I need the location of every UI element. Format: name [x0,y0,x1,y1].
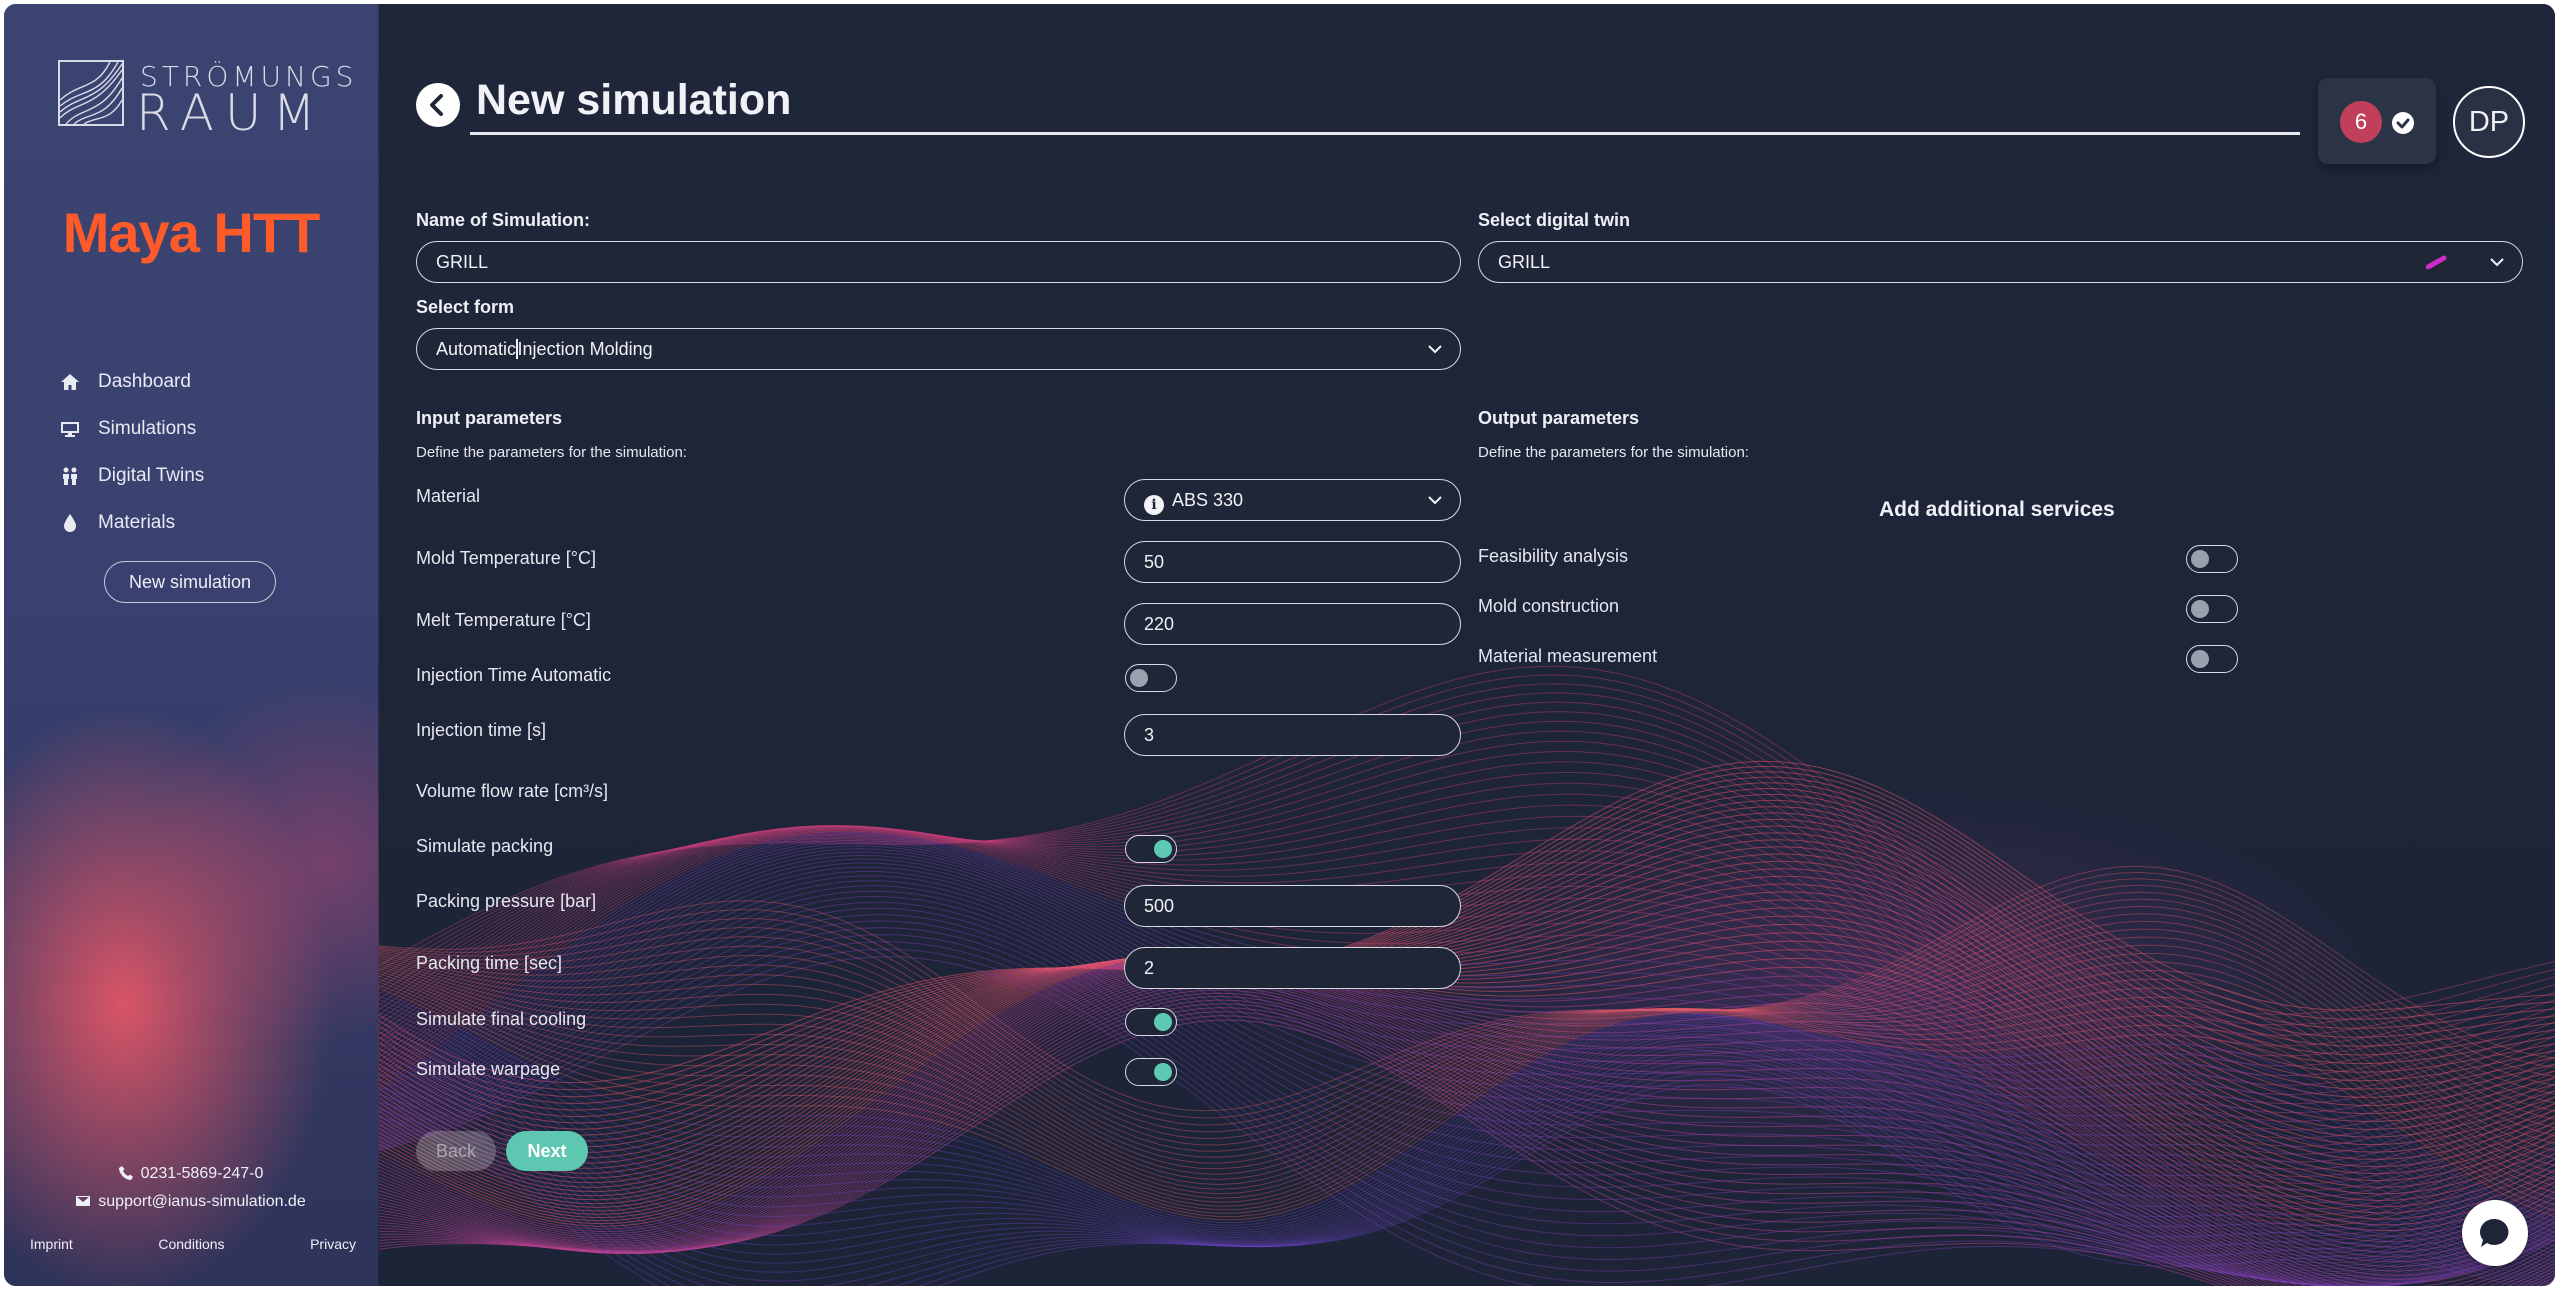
mold-temperature-input[interactable]: 50 [1124,541,1461,583]
material-measurement-toggle[interactable] [2186,645,2238,673]
packing-pressure-label: Packing pressure [bar] [416,891,597,911]
simulate-packing-label: Simulate packing [416,836,554,856]
title-underline [470,132,2300,135]
digital-twin-value: GRILL [1498,252,1551,272]
chevron-down-icon [1428,345,1442,354]
digital-twin-select[interactable]: GRILL [1478,241,2523,283]
people-icon [63,467,77,485]
contact-phone[interactable]: 0231-5869-247-0 [4,1165,378,1183]
material-value: ABS 330 [1172,490,1244,510]
packing-time-input[interactable]: 2 [1124,947,1461,989]
page-title: New simulation [476,76,792,124]
monitor-icon [61,421,79,437]
form-select[interactable]: AutomaticInjection Molding [416,328,1461,370]
toggle-knob [1154,840,1172,858]
simulation-name-input[interactable]: GRILL [416,241,1461,283]
sidebar-item-label: Simulations [98,417,197,439]
back-button[interactable]: Back [416,1131,496,1171]
toggle-knob [1154,1063,1172,1081]
feasibility-analysis-toggle[interactable] [2186,545,2238,573]
packing-time-label: Packing time [sec] [416,953,563,973]
user-avatar[interactable]: DP [2453,86,2525,158]
next-button[interactable]: Next [506,1131,588,1171]
injection-time-automatic-toggle[interactable] [1125,664,1177,692]
injection-time-input[interactable]: 3 [1124,714,1461,756]
new-simulation-button[interactable]: New simulation [104,561,276,603]
info-icon: i [1144,495,1164,515]
notifications-button[interactable]: 6 [2318,78,2436,164]
simulate-final-cooling-toggle[interactable] [1125,1008,1177,1036]
drop-icon [64,513,76,532]
phone-number: 0231-5869-247-0 [140,1165,264,1182]
company-logo[interactable]: STRÖMUNGS RAUM [58,58,353,142]
select-form-label: Select form [416,297,515,317]
footer-links: Imprint Conditions Privacy [30,1236,356,1252]
brand-title: Maya HTT [62,201,321,264]
chevron-down-icon [2490,258,2504,267]
notification-count-badge: 6 [2340,101,2382,143]
form-value-part1: Automatic [436,339,517,359]
injection-time-label: Injection time [s] [416,720,547,740]
feasibility-analysis-label: Feasibility analysis [1478,546,1629,566]
output-parameters-heading: Output parameters [1478,408,1640,428]
material-label: Material [416,486,481,506]
form-value-part2: Injection Molding [517,339,653,359]
input-parameters-heading: Input parameters [416,408,563,428]
simulate-packing-toggle[interactable] [1125,835,1177,863]
sidebar-item-label: Dashboard [98,370,191,392]
toggle-knob [1130,669,1148,687]
toggle-knob [1154,1013,1172,1031]
check-circle-icon [2392,112,2414,134]
email-address: support@ianus-simulation.de [98,1193,306,1210]
toggle-knob [2191,650,2209,668]
toggle-knob [2191,600,2209,618]
sidebar-item-materials[interactable]: Materials [60,499,204,546]
sidebar-item-dashboard[interactable]: Dashboard [60,358,204,405]
phone-icon [118,1166,133,1180]
additional-services-title: Add additional services [1879,498,2115,521]
simulate-final-cooling-label: Simulate final cooling [416,1009,587,1029]
simulate-warpage-toggle[interactable] [1125,1058,1177,1086]
sidebar-item-label: Materials [98,511,176,533]
input-parameters-subheading: Define the parameters for the simulation… [416,444,687,461]
conditions-link[interactable]: Conditions [158,1236,224,1252]
injection-time-automatic-label: Injection Time Automatic [416,665,612,685]
chat-bubble-icon [2480,1218,2509,1247]
mold-temperature-label: Mold Temperature [°C] [416,548,596,568]
home-icon [61,373,79,390]
contact-email[interactable]: support@ianus-simulation.de [4,1193,378,1211]
mold-construction-label: Mold construction [1478,596,1620,616]
material-select[interactable]: i ABS 330 [1124,479,1461,521]
volume-flow-rate-label: Volume flow rate [cm³/s] [416,781,609,801]
app-window: STRÖMUNGS RAUM Maya HTT Dashboard Simula… [4,4,2555,1286]
main-content: New simulation 6 DP Name of Simulation: … [379,4,2555,1286]
sidebar-item-label: Digital Twins [98,464,205,486]
chat-support-button[interactable] [2462,1200,2528,1266]
packing-pressure-input[interactable]: 500 [1124,885,1461,927]
sidebar-item-simulations[interactable]: Simulations [60,405,204,452]
melt-temperature-input[interactable]: 220 [1124,603,1461,645]
mail-icon [76,1196,91,1206]
simulate-warpage-label: Simulate warpage [416,1059,561,1079]
logo-mark-icon [58,60,124,126]
sidebar-nav: Dashboard Simulations Digital Twins Mate… [60,358,204,546]
chevron-down-icon [1428,496,1442,505]
melt-temperature-label: Melt Temperature [°C] [416,610,591,630]
sidebar: STRÖMUNGS RAUM Maya HTT Dashboard Simula… [4,4,379,1286]
pen-mark-icon [2426,255,2447,269]
privacy-link[interactable]: Privacy [310,1236,356,1252]
back-arrow-button[interactable] [416,83,460,127]
logo-text-bottom: RAUM [136,84,327,142]
output-parameters-subheading: Define the parameters for the simulation… [1478,444,1749,461]
digital-twin-label: Select digital twin [1478,210,1631,230]
sidebar-item-digital-twins[interactable]: Digital Twins [60,452,204,499]
material-measurement-label: Material measurement [1478,646,1658,666]
mold-construction-toggle[interactable] [2186,595,2238,623]
imprint-link[interactable]: Imprint [30,1236,73,1252]
toggle-knob [2191,550,2209,568]
simulation-name-label: Name of Simulation: [416,210,591,230]
chevron-left-icon [430,94,443,116]
